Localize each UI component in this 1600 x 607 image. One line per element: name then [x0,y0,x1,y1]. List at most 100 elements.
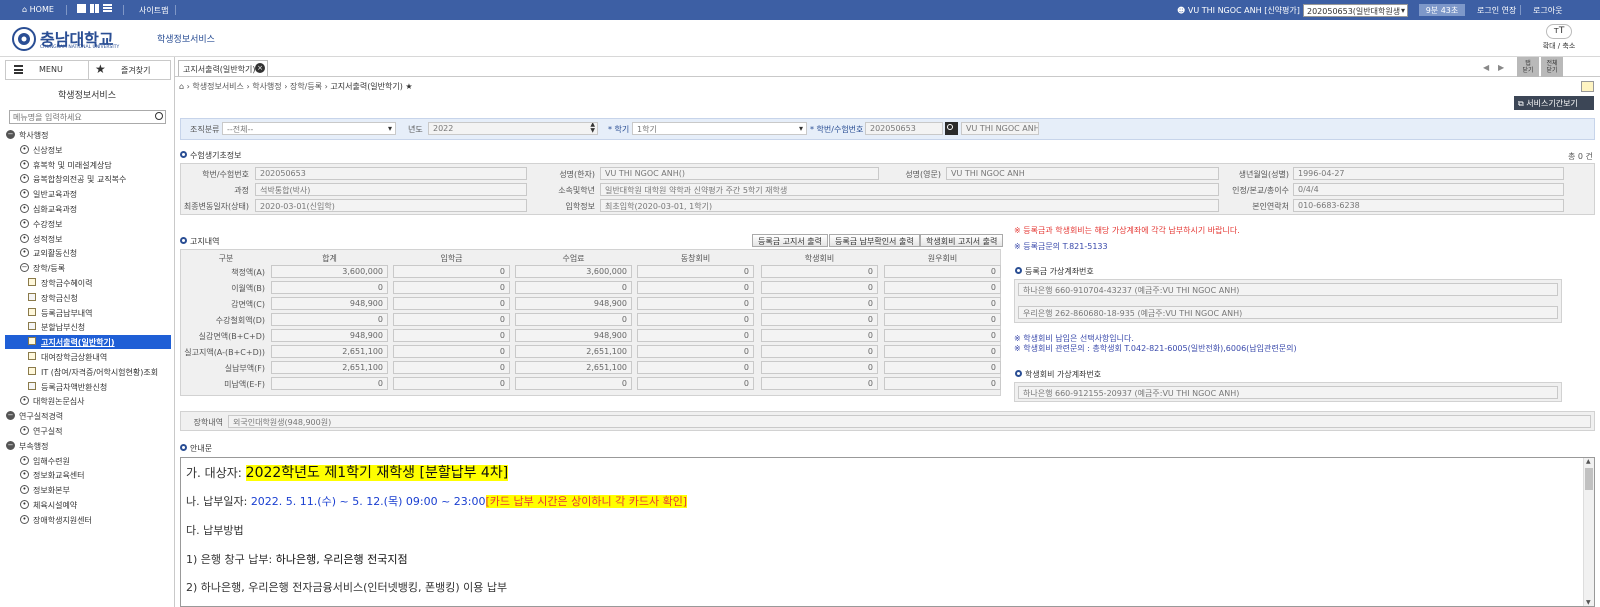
row-label: 책정액(A) [231,268,265,277]
sidebar-item[interactable]: • 장애학생지원센터 [0,513,174,527]
sidebar-item[interactable]: 등록금차액반환신청 [0,380,174,394]
expand-icon: • [20,189,29,199]
scroll-down-icon[interactable]: ▼ [1586,599,1591,606]
sidebar-item[interactable]: − 부속행정 [0,439,174,453]
logout-button[interactable]: 로그아웃 [1533,5,1562,16]
amount-cell: 0 [884,345,1001,358]
tuition-account-box: 하나은행 660-910704-43237 (예금주:VU THI NGOC A… [1014,279,1562,323]
org-select[interactable]: --전체-- ▾ [222,122,396,135]
university-logo[interactable]: 충남대학교 CHUNGNAM NATIONAL UNIVERSITY [12,26,132,52]
amount-cell: 0 [761,345,878,358]
favorite-star-icon[interactable]: ★ [405,82,412,91]
search-icon[interactable] [155,112,163,120]
tab-notice-print[interactable]: 고지서출력(일반학기) × [178,60,268,76]
sidebar-item-label: 체육시설예약 [33,501,78,510]
amount-cell: 0 [515,377,632,390]
tuition-receipt-print-button[interactable]: 등록금 납부확인서 출력 [829,234,920,247]
tuition-contact: ※ 등록금문의 T.821-5133 [1014,242,1108,251]
scroll-thumb[interactable] [1585,468,1593,490]
menu-toggle[interactable]: MENU [6,61,89,79]
close-icon[interactable]: × [255,63,265,73]
sidebar-item[interactable]: • 교외활동신청 [0,246,174,260]
login-extend-button[interactable]: 로그인 연장 [1477,5,1516,16]
term-select[interactable]: 1학기 ▾ [632,122,807,135]
external-link-icon: ⧉ [1518,99,1524,108]
sidebar-item[interactable]: 분할납부신청 [0,320,174,334]
sidebar-item[interactable]: • 융복합창의전공 및 교직복수 [0,172,174,186]
menu-search-input[interactable] [10,111,150,123]
stepper-icon[interactable]: ▲ ▼ [590,123,595,134]
amount-cell: 2,651,100 [515,345,632,358]
favorites-toggle[interactable]: ★ 즐겨찾기 [90,61,171,79]
sidebar-item[interactable]: • 일반교육과정 [0,187,174,201]
sidebar-item[interactable]: − 학사행정 [0,128,174,142]
layout-split-icon[interactable] [90,4,99,13]
guide-scrollbar[interactable]: ▲ ▼ [1583,458,1594,606]
student-info-panel: 학번/수험번호 202050653 성명(한자) VU THI NGOC ANH… [180,163,1595,215]
sidebar-item[interactable]: − 연구실적경력 [0,409,174,423]
column-header: 입학금 [440,254,463,263]
tuition-bill-print-button[interactable]: 등록금 고지서 출력 [752,234,828,247]
payment-warning: ※ 등록금과 학생회비는 해당 가상계좌에 각각 납부하시기 바랍니다. [1014,226,1240,235]
sidebar-item[interactable]: 장학금수혜이력 [0,276,174,290]
zoom-control[interactable]: ᴛT 확대 / 축소 [1539,24,1579,54]
scroll-up-icon[interactable]: ▲ [1586,458,1591,465]
expand-icon: • [20,500,29,509]
amount-cell: 0 [884,329,1001,342]
credits-label: 인정/본교/총이수 [1232,186,1289,195]
sidebar-item[interactable]: IT (참여/자격증/어학시험현황)조회 [0,365,174,379]
amount-cell: 0 [637,345,754,358]
divider [1520,5,1521,15]
home-link[interactable]: ⌂ HOME [22,5,54,14]
prev-tab-icon[interactable]: ◀ [1483,63,1489,72]
search-icon[interactable] [945,122,958,135]
sidebar-item[interactable]: • 정보화본부 [0,483,174,497]
service-period-button[interactable]: ⧉ 서비스기간보기 [1514,96,1594,110]
sidebar-item-label: 심화교육과정 [33,205,78,214]
sidebar-item[interactable]: 등록금납부내역 [0,306,174,320]
tab-bar: 고지서출력(일반학기) × ◀ ▶ 탭 닫기 전체 닫기 [175,57,1600,77]
sidebar-item[interactable]: • 휴복학 및 미래설계상담 [0,158,174,172]
next-tab-icon[interactable]: ▶ [1498,63,1504,72]
sidebar-item[interactable]: • 신상정보 [0,143,174,157]
sidebar-item[interactable]: 장학금신청 [0,291,174,305]
amount-cell: 2,651,100 [271,361,388,374]
sidebar-item[interactable]: • 수강정보 [0,217,174,231]
layout-single-icon[interactable] [77,4,86,13]
close-tabs-button[interactable]: 탭 닫기 [1517,57,1539,77]
amount-cell: 3,600,000 [271,265,388,278]
role-select[interactable]: 202050653(일반대학원생 ▾ [1303,4,1408,17]
guide-line-2: 나. 납부일자: 2022. 5. 11.(수) ~ 5. 12.(목) 09:… [186,495,688,508]
document-icon [28,278,36,286]
home-icon[interactable]: ⌂ [179,82,184,91]
sidebar-item[interactable]: 대여장학금상환내역 [0,350,174,364]
sidebar-item-label: 분할납부신청 [41,323,86,333]
print-icon[interactable] [1581,81,1594,92]
amount-cell: 0 [515,281,632,294]
last-change-value: 2020-03-01(신입학) [255,199,527,212]
sidebar-item[interactable]: • 심화교육과정 [0,202,174,216]
sidebar-item[interactable]: − 장학/등록 [0,261,174,275]
logo-english: CHUNGNAM NATIONAL UNIVERSITY [40,45,120,50]
sidebar-item-label: 장애학생지원센터 [33,515,92,525]
layout-list-icon[interactable] [103,4,112,13]
sidebar-item[interactable]: • 임해수련원 [0,454,174,468]
guide-line-3: 다. 납부방법 [186,524,244,537]
close-all-button[interactable]: 전체 닫기 [1541,57,1563,77]
main-content: 고지서출력(일반학기) × ◀ ▶ 탭 닫기 전체 닫기 ⌂ › 학생정보서비스… [175,57,1600,607]
birth-value: 1996-04-27 [1293,167,1564,180]
council-fee-print-button[interactable]: 학생회비 고지서 출력 [920,234,1004,247]
sitemap-link[interactable]: 사이트맵 [139,5,168,16]
student-name-field: VU THI NGOC ANH [961,122,1039,135]
hamburger-icon [14,65,23,74]
amount-cell: 0 [393,313,510,326]
sidebar-item[interactable]: • 연구실적 [0,424,174,438]
sidebar-item[interactable]: • 체육시설예약 [0,498,174,512]
sidebar-item[interactable]: 고지서출력(일반학기) [5,335,171,350]
student-id-input[interactable]: 202050653 [865,122,943,135]
sidebar-item[interactable]: • 정보화교육센터 [0,468,174,482]
year-stepper[interactable]: 2022 ▲ ▼ [428,122,598,135]
amount-cell: 0 [884,361,1001,374]
sidebar-item[interactable]: • 대학원논문심사 [0,394,174,408]
sidebar-item[interactable]: • 성적정보 [0,232,174,246]
